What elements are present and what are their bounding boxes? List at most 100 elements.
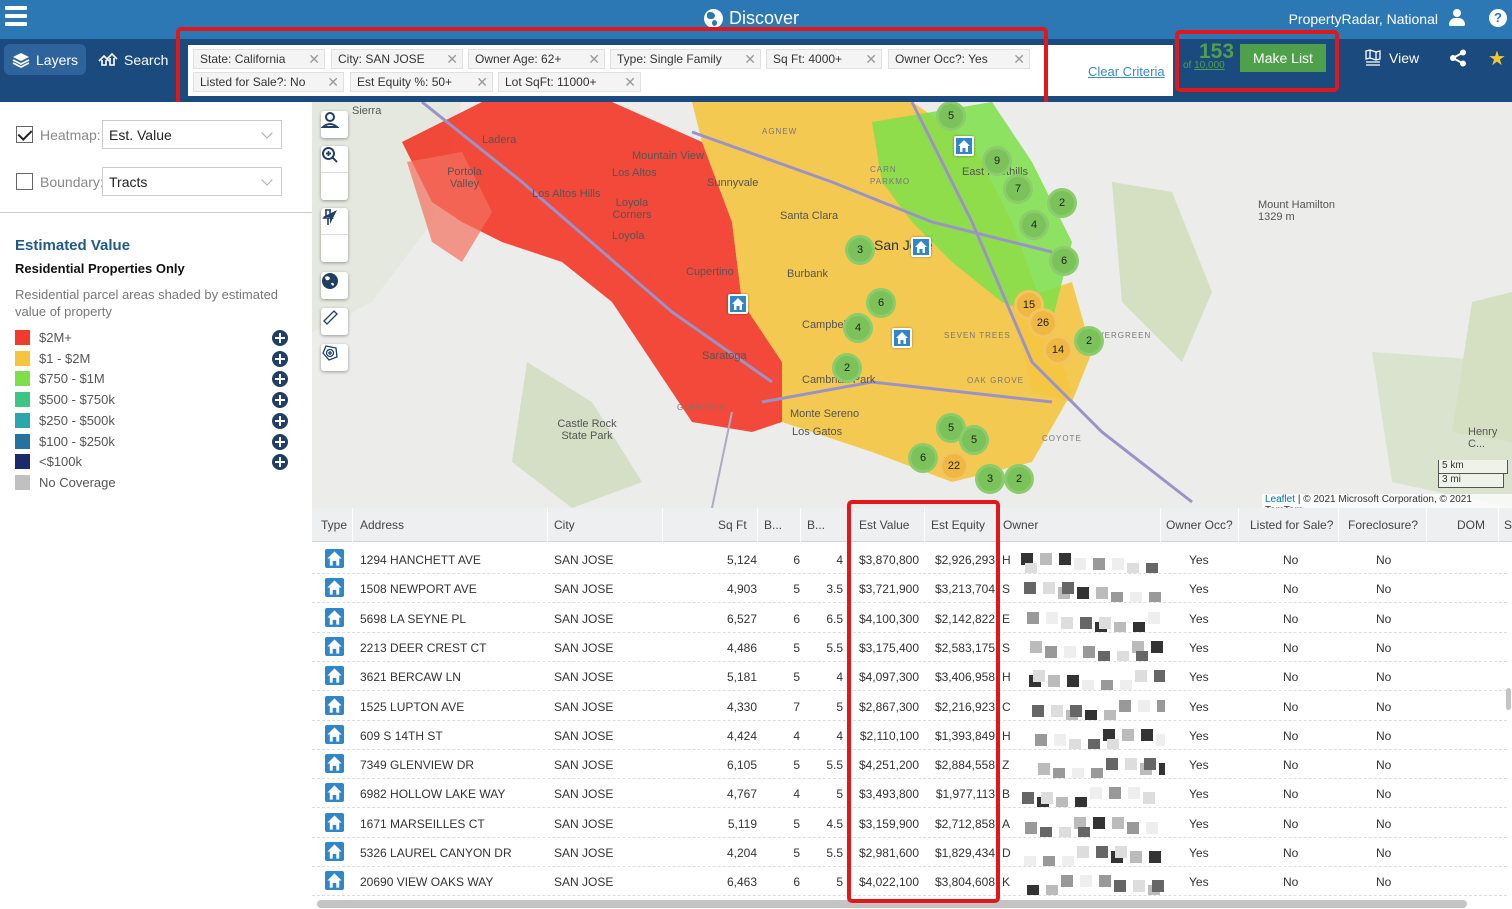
help-icon[interactable]: ? — [1489, 9, 1507, 27]
column-header-baths[interactable]: B... — [807, 518, 825, 532]
map-cluster[interactable]: 2 — [832, 353, 862, 383]
add-filter-icon[interactable] — [272, 433, 288, 450]
layers-button[interactable]: Layers — [4, 44, 87, 75]
add-filter-icon[interactable] — [272, 454, 288, 471]
remove-icon[interactable]: ✕ — [1013, 51, 1025, 67]
share-icon[interactable] — [1449, 49, 1467, 72]
table-row[interactable]: 1508 NEWPORT AVE SAN JOSE 4,903 5 3.5 $3,721,… — [312, 574, 1507, 604]
map-cluster[interactable]: 2 — [1004, 464, 1034, 494]
menu-icon[interactable] — [5, 6, 27, 28]
add-filter-icon[interactable] — [272, 371, 288, 388]
favorite-star-icon[interactable]: ★ — [1488, 46, 1506, 71]
user-icon[interactable] — [1448, 9, 1466, 27]
add-filter-icon[interactable] — [272, 350, 288, 367]
vertical-scrollbar[interactable] — [1506, 688, 1511, 710]
column-header-est-value[interactable]: Est Value — [859, 518, 909, 532]
draw-area-button[interactable] — [321, 344, 348, 371]
column-header-foreclosure[interactable]: Foreclosure? — [1348, 518, 1418, 532]
map-cluster[interactable]: 3 — [975, 464, 1005, 494]
map-cluster[interactable]: 22 — [939, 451, 969, 481]
boundary-checkbox[interactable] — [16, 173, 33, 190]
column-header-city[interactable]: City — [554, 518, 575, 532]
column-header-owner-occ[interactable]: Owner Occ? — [1166, 518, 1233, 532]
property-pin[interactable] — [728, 294, 748, 314]
map-cluster[interactable]: 4 — [843, 313, 873, 343]
remove-icon[interactable]: ✕ — [308, 51, 320, 67]
add-filter-icon[interactable] — [272, 412, 288, 429]
table-row[interactable]: 1294 HANCHETT AVE SAN JOSE 5,124 6 4 $3,870,8… — [312, 545, 1507, 574]
table-row[interactable]: 20690 VIEW OAKS WAY SAN JOSE 6,463 6 5 $4,022… — [312, 867, 1507, 897]
map-cluster[interactable]: 26 — [1028, 308, 1058, 338]
heatmap-select[interactable]: Est. Value — [102, 120, 282, 149]
column-header-sqft[interactable]: Sq Ft — [718, 518, 747, 532]
result-limit[interactable]: of 10,000 — [1183, 60, 1225, 71]
clear-criteria-link[interactable]: Clear Criteria — [1088, 64, 1165, 79]
account-name[interactable]: PropertyRadar, National — [1289, 11, 1438, 27]
horizontal-scrollbar[interactable] — [317, 900, 1467, 908]
table-row[interactable]: 609 S 14TH ST SAN JOSE 4,424 4 4 $2,110,100 $1… — [312, 721, 1507, 750]
column-header-est-equity[interactable]: Est Equity — [931, 518, 985, 532]
zoom-out-button[interactable] — [321, 147, 348, 200]
criteria-chip[interactable]: Type: Single Family ✕ — [610, 49, 761, 69]
column-header-dom[interactable]: DOM — [1457, 518, 1485, 532]
criteria-chip[interactable]: Owner Occ?: Yes ✕ — [888, 49, 1030, 69]
map[interactable]: Sierra Ladera Portola Valley Mountain Vi… — [312, 102, 1512, 508]
map-cluster[interactable]: 3 — [845, 235, 875, 265]
heatmap-checkbox[interactable] — [16, 126, 33, 143]
criteria-chip[interactable]: Owner Age: 62+ ✕ — [468, 49, 605, 69]
table-row[interactable]: 2213 DEER CREST CT SAN JOSE 4,486 5 5.5 $3,17… — [312, 633, 1507, 662]
make-list-button[interactable]: Make List — [1240, 44, 1326, 72]
locate-user-button[interactable] — [321, 111, 348, 138]
column-header-owner[interactable]: Owner — [1003, 518, 1038, 532]
table-row[interactable]: 1671 MARSEILLES CT SAN JOSE 5,119 5 4.5 $3,15… — [312, 809, 1507, 838]
column-header-address[interactable]: Address — [360, 518, 404, 532]
add-filter-icon[interactable] — [272, 330, 288, 346]
property-pin[interactable] — [954, 136, 974, 156]
criteria-chip[interactable]: Est Equity %: 50+ ✕ — [350, 72, 493, 92]
map-layer-button[interactable] — [321, 272, 348, 299]
add-filter-icon[interactable] — [272, 392, 288, 409]
column-header-beds[interactable]: B... — [764, 518, 782, 532]
column-header-s[interactable]: S — [1504, 518, 1512, 532]
column-header-listed[interactable]: Listed for Sale? — [1250, 518, 1333, 532]
result-limit-value[interactable]: 10,000 — [1194, 60, 1225, 71]
remove-icon[interactable]: ✕ — [476, 74, 488, 90]
remove-icon[interactable]: ✕ — [327, 74, 339, 90]
map-cluster[interactable]: 5 — [936, 102, 966, 131]
remove-icon[interactable]: ✕ — [588, 51, 600, 67]
property-pin[interactable] — [911, 237, 931, 257]
map-cluster[interactable]: 6 — [908, 443, 938, 473]
map-cluster[interactable]: 4 — [1019, 210, 1049, 240]
map-cluster[interactable]: 14 — [1043, 335, 1073, 365]
remove-icon[interactable]: ✕ — [446, 51, 458, 67]
table-row[interactable]: 1525 LUPTON AVE SAN JOSE 4,330 7 5 $2,867,300… — [312, 692, 1507, 721]
criteria-chip[interactable]: State: California ✕ — [193, 49, 325, 69]
criteria-chip[interactable]: City: SAN JOSE ✕ — [331, 49, 463, 69]
map-cluster[interactable]: 6 — [1049, 246, 1079, 276]
table-row[interactable]: 7349 GLENVIEW DR SAN JOSE 6,105 5 5.5 $4,251,… — [312, 750, 1507, 780]
table-row[interactable]: 3621 BERCAW LN SAN JOSE 5,181 5 4 $4,097,300 $… — [312, 662, 1507, 692]
map-cluster[interactable]: 2 — [1074, 326, 1104, 356]
search-button[interactable]: Search — [90, 44, 176, 75]
table-row[interactable]: 5698 LA SEYNE PL SAN JOSE 6,527 6 6.5 $4,100,… — [312, 604, 1507, 633]
criteria-chip[interactable]: Lot SqFt: 11000+ ✕ — [498, 72, 641, 92]
leaflet-link[interactable]: Leaflet — [1265, 494, 1295, 505]
view-button[interactable]: View — [1364, 49, 1419, 66]
measure-button[interactable] — [321, 308, 348, 335]
criteria-chip[interactable]: Listed for Sale?: No ✕ — [193, 72, 344, 92]
remove-icon[interactable]: ✕ — [624, 74, 636, 90]
property-pin[interactable] — [892, 328, 912, 348]
map-cluster[interactable]: 9 — [982, 146, 1012, 176]
navigate-button[interactable] — [321, 210, 348, 262]
remove-icon[interactable]: ✕ — [865, 51, 877, 67]
column-header-type[interactable]: Type — [321, 518, 347, 532]
table-row[interactable]: 6982 HOLLOW LAKE WAY SAN JOSE 4,767 4 5 $3,49… — [312, 779, 1507, 809]
boundary-select[interactable]: Tracts — [102, 167, 282, 196]
map-cluster[interactable]: 7 — [1003, 174, 1033, 204]
table-row[interactable]: 5326 LAUREL CANYON DR SAN JOSE 4,204 5 5.5 $2… — [312, 838, 1507, 867]
map-cluster[interactable]: 6 — [866, 288, 896, 318]
map-cluster[interactable]: 5 — [959, 425, 989, 455]
map-cluster[interactable]: 2 — [1047, 188, 1077, 218]
remove-icon[interactable]: ✕ — [744, 51, 756, 67]
criteria-chip[interactable]: Sq Ft: 4000+ ✕ — [766, 49, 882, 69]
